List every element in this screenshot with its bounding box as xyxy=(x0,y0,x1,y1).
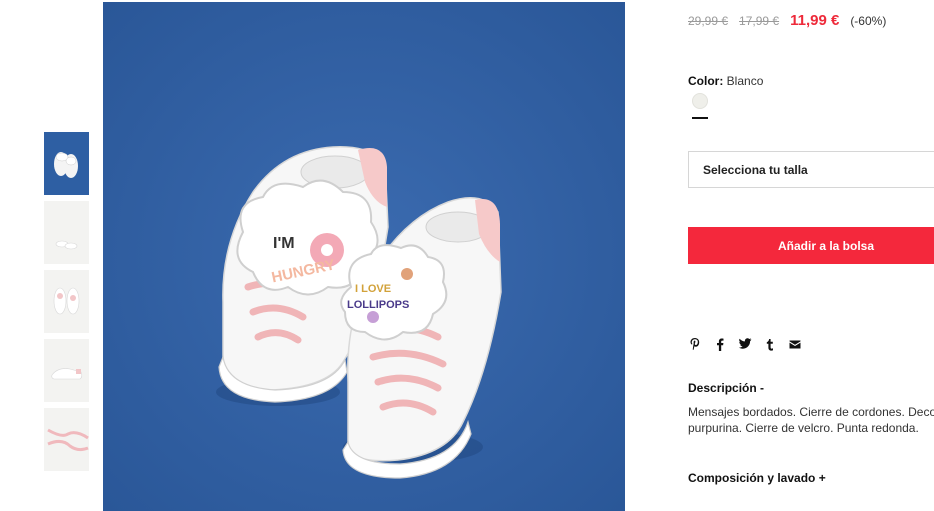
color-swatch-blanco[interactable] xyxy=(692,93,708,109)
thumbnail-4[interactable] xyxy=(44,339,89,402)
size-select-label: Selecciona tu talla xyxy=(703,162,808,177)
add-to-bag-button[interactable]: Añadir a la bolsa xyxy=(688,227,934,264)
color-label: Color: Blanco xyxy=(688,74,763,88)
thumbnail-3[interactable] xyxy=(44,270,89,333)
thumbnail-2[interactable] xyxy=(44,201,89,264)
patch-right-line2: LOLLIPOPS xyxy=(347,299,409,311)
description-line: Mensajes bordados. Cierre de cordones. D… xyxy=(688,405,934,419)
discount-badge: (-60%) xyxy=(850,14,887,28)
twitter-icon[interactable] xyxy=(738,337,752,351)
description-toggle[interactable]: Descripción - xyxy=(688,381,764,395)
description-text: Mensajes bordados. Cierre de cordones. D… xyxy=(688,404,934,436)
add-to-bag-label: Añadir a la bolsa xyxy=(777,238,875,253)
product-page: I'M HUNGRY I LOVE LOLLIPOPS 29,99 € 17,9… xyxy=(0,0,934,511)
price-current: 11,99 € xyxy=(790,12,840,29)
swatch-selected-indicator xyxy=(692,117,708,119)
tumblr-icon[interactable] xyxy=(763,337,777,351)
thumbnail-1[interactable] xyxy=(44,132,89,195)
pinterest-icon[interactable] xyxy=(688,337,702,351)
email-icon[interactable] xyxy=(788,337,802,351)
price-previous: 17,99 € xyxy=(739,14,780,28)
price-original: 29,99 € xyxy=(688,14,729,28)
color-label-title: Color: xyxy=(688,74,724,88)
size-select[interactable]: Selecciona tu talla xyxy=(688,151,934,188)
share-icons xyxy=(688,336,813,352)
patch-left-line1: I'M xyxy=(273,235,295,252)
thumbnail-5[interactable] xyxy=(44,408,89,471)
patch-right-line1: I LOVE xyxy=(355,283,391,295)
composition-toggle[interactable]: Composición y lavado + xyxy=(688,471,826,485)
price-row: 29,99 € 17,99 € 11,99 € (-60%) xyxy=(688,12,886,32)
color-value: Blanco xyxy=(726,74,764,88)
facebook-icon[interactable] xyxy=(713,337,727,351)
main-product-image[interactable]: I'M HUNGRY I LOVE LOLLIPOPS xyxy=(103,2,625,511)
description-line: purpurina. Cierre de velcro. Punta redon… xyxy=(688,421,919,435)
